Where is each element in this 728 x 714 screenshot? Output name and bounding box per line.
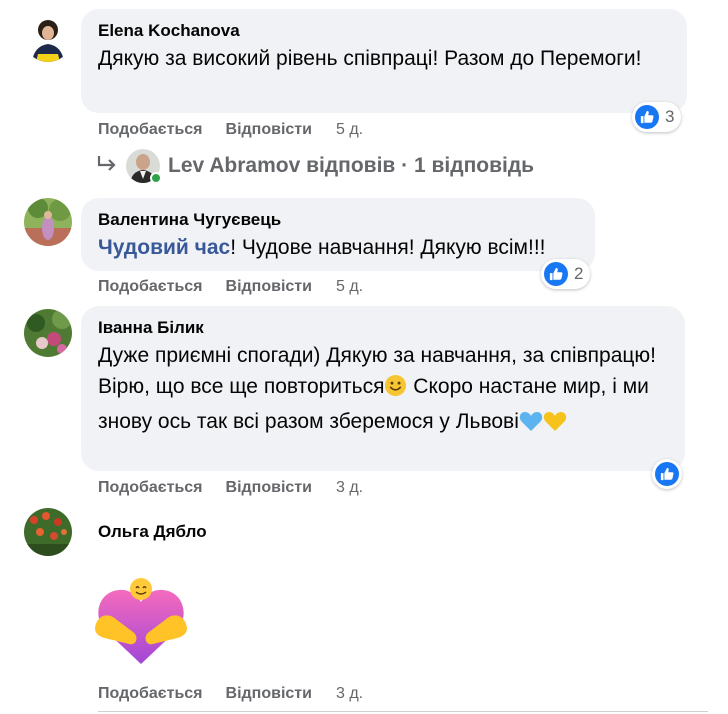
comment-author[interactable]: Ольга Дябло <box>98 520 207 544</box>
like-button[interactable]: Подобається <box>98 685 203 703</box>
comment-author[interactable]: Elena Kochanova <box>98 19 670 43</box>
reaction-count: 3 <box>665 107 675 126</box>
comment-author[interactable]: Валентина Чугуєвець <box>98 208 578 232</box>
avatar[interactable] <box>24 198 72 246</box>
like-icon <box>655 462 679 486</box>
reaction-count-badge[interactable]: 2 <box>541 259 591 289</box>
avatar <box>126 149 162 184</box>
comment-actions: Подобається Відповісти 5 д. <box>98 278 363 296</box>
reply-button[interactable]: Відповісти <box>226 479 312 497</box>
avatar[interactable] <box>24 508 72 556</box>
comment-text: ! Чудове навчання! Дякую всім!!! <box>230 236 546 259</box>
view-replies-link[interactable]: Lev Abramov відповів · 1 відповідь <box>96 148 534 184</box>
like-icon <box>544 262 568 286</box>
reply-summary[interactable]: Lev Abramov відповів · 1 відповідь <box>168 154 534 178</box>
comment-bubble: Валентина Чугуєвець Чудовий час! Чудове … <box>81 198 595 271</box>
timestamp[interactable]: 5 д. <box>336 278 363 296</box>
reaction-count-badge[interactable]: 3 <box>632 102 682 132</box>
comment-text-container: Дуже приємні спогади) Дякую за навчання,… <box>98 340 668 441</box>
reply-button[interactable]: Відповісти <box>226 121 312 139</box>
reply-button[interactable]: Відповісти <box>226 685 312 703</box>
yellow-heart-emoji-icon <box>543 410 567 441</box>
timestamp[interactable]: 5 д. <box>336 121 363 139</box>
like-button[interactable]: Подобається <box>98 479 203 497</box>
reaction-badge[interactable] <box>652 459 682 489</box>
reply-arrow-icon <box>96 154 118 179</box>
like-button[interactable]: Подобається <box>98 121 203 139</box>
comment-text-container: Чудовий час! Чудове навчання! Дякую всім… <box>98 232 578 263</box>
timestamp[interactable]: 3 д. <box>336 685 363 703</box>
divider <box>98 711 708 712</box>
comment-bubble: Elena Kochanova Дякую за високий рівень … <box>81 9 687 113</box>
timestamp[interactable]: 3 д. <box>336 479 363 497</box>
heart-hug-sticker[interactable] <box>93 576 189 668</box>
blue-heart-emoji-icon <box>519 410 543 441</box>
comment-bubble: Іванна Білик Дуже приємні спогади) Дякую… <box>81 306 685 471</box>
comment-actions: Подобається Відповісти 5 д. <box>98 121 363 139</box>
comment-actions: Подобається Відповісти 3 д. <box>98 685 363 703</box>
smile-emoji-icon <box>384 374 407 406</box>
online-status-indicator <box>150 172 162 184</box>
like-icon <box>635 105 659 129</box>
avatar[interactable] <box>24 14 72 62</box>
reaction-count: 2 <box>574 264 584 283</box>
reply-button[interactable]: Відповісти <box>226 278 312 296</box>
comment-author[interactable]: Іванна Білик <box>98 316 668 340</box>
comment-text: Дякую за високий рівень співпраці! Разом… <box>98 47 642 70</box>
mention-link[interactable]: Чудовий час <box>98 236 230 259</box>
comment-actions: Подобається Відповісти 3 д. <box>98 479 363 497</box>
like-button[interactable]: Подобається <box>98 278 203 296</box>
avatar[interactable] <box>24 309 72 357</box>
